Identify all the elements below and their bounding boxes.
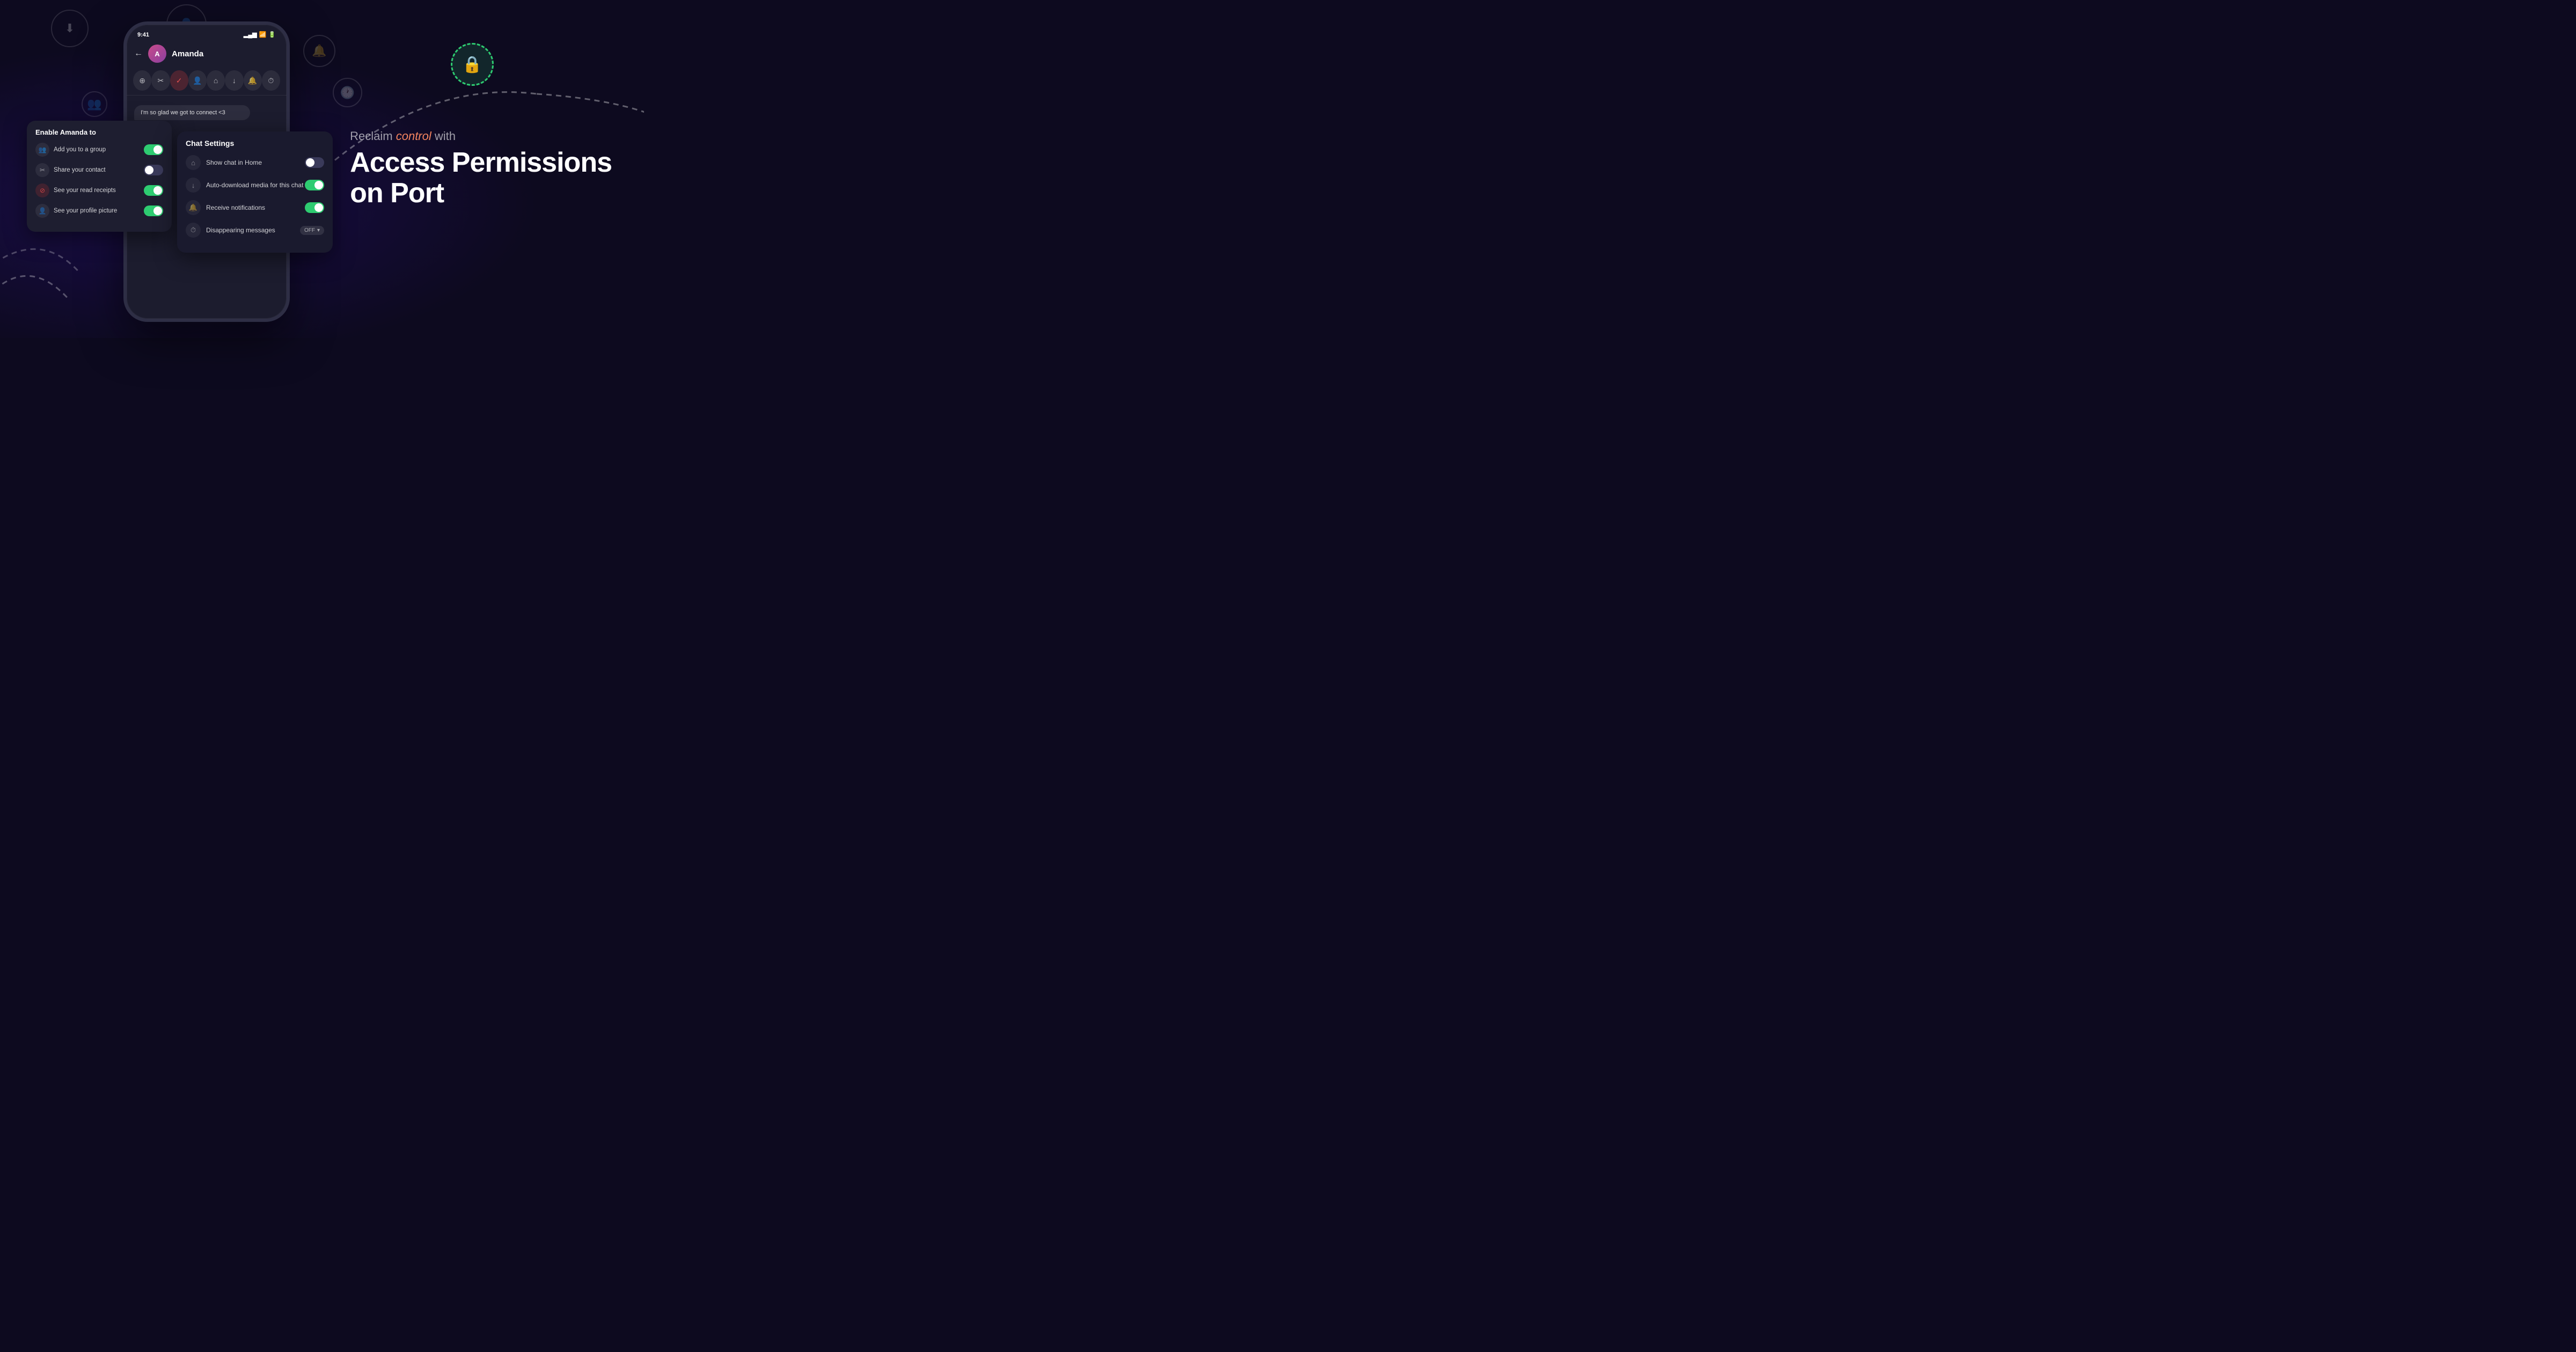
setting-icon-download: ↓: [186, 178, 201, 193]
setting-label-disappear: Disappearing messages: [206, 226, 275, 234]
group-action-btn[interactable]: ⊕: [133, 70, 151, 91]
right-content: Reclaim control with Access Permissions …: [350, 129, 612, 209]
message-bubble: I'm so glad we got to connect <3: [134, 105, 250, 120]
toggle-auto-dl[interactable]: [305, 180, 324, 190]
setting-label-home: Show chat in Home: [206, 159, 262, 166]
time-display: 9:41: [137, 32, 149, 38]
check-action-btn[interactable]: ✓: [170, 70, 188, 91]
bell-action-btn[interactable]: 🔔: [244, 70, 262, 91]
setting-row-disappear: ⏱ Disappearing messages OFF ▾: [186, 223, 324, 238]
download-float-icon: ⬇: [51, 10, 89, 47]
chevron-down-icon: ▾: [317, 227, 320, 233]
setting-label-notifications: Receive notifications: [206, 204, 265, 211]
clock-float-icon: 🕐: [333, 78, 362, 107]
signal-icon: ▂▄▆: [244, 31, 257, 38]
headline-line1: Access Permissions: [350, 147, 612, 178]
battery-icon: 🔋: [268, 31, 276, 38]
profile-action-btn[interactable]: 👤: [188, 70, 207, 91]
perm-label-add-group: Add you to a group: [54, 146, 106, 153]
status-bar: 9:41 ▂▄▆ 📶 🔋: [127, 25, 287, 41]
back-button[interactable]: ←: [134, 49, 143, 58]
setting-row-auto-dl: ↓ Auto-download media for this chat: [186, 178, 324, 193]
timer-action-btn[interactable]: ⏱: [262, 70, 280, 91]
chat-settings-panel: Chat Settings ⌂ Show chat in Home ↓ Auto…: [177, 131, 333, 253]
perm-row-share-contact: ✂ Share your contact: [35, 163, 163, 177]
home-action-btn[interactable]: ⌂: [207, 70, 225, 91]
setting-row-show-home: ⌂ Show chat in Home: [186, 155, 324, 170]
dl-action-btn[interactable]: ↓: [225, 70, 243, 91]
perm-row-read-receipts: ⊘ See your read receipts: [35, 183, 163, 197]
permission-panel: Enable Amanda to 👥 Add you to a group ✂ …: [27, 121, 172, 232]
headline: Access Permissions on Port: [350, 148, 612, 209]
group-float-icon: 👥: [82, 91, 107, 117]
lock-circle: 🔒: [451, 43, 494, 86]
toggle-show-home[interactable]: [305, 157, 324, 168]
perm-row-add-group: 👥 Add you to a group: [35, 143, 163, 157]
setting-icon-home: ⌂: [186, 155, 201, 170]
tagline-prefix: Reclaim: [350, 129, 396, 143]
toggle-read-receipts[interactable]: [144, 185, 163, 196]
perm-icon-read-receipts: ⊘: [35, 183, 49, 197]
perm-icon-profile-pic: 👤: [35, 204, 49, 218]
tagline-accent: control: [396, 129, 431, 143]
tagline: Reclaim control with: [350, 129, 612, 143]
perm-icon-add-group: 👥: [35, 143, 49, 157]
toggle-share-contact[interactable]: [144, 165, 163, 175]
avatar: A: [148, 45, 166, 63]
setting-icon-timer: ⏱: [186, 223, 201, 238]
setting-label-download: Auto-download media for this chat: [206, 181, 303, 189]
toggle-add-group[interactable]: [144, 144, 163, 155]
action-icon-row: ⊕ ✂ ✓ 👤 ⌂ ↓ 🔔 ⏱: [127, 68, 287, 95]
lock-icon: 🔒: [462, 55, 482, 74]
headline-line2: on Port: [350, 178, 444, 209]
toggle-profile-pic[interactable]: [144, 205, 163, 216]
settings-panel-title: Chat Settings: [186, 139, 324, 148]
perm-label-profile-pic: See your profile picture: [54, 208, 117, 214]
tagline-suffix: with: [431, 129, 456, 143]
perm-label-share-contact: Share your contact: [54, 167, 106, 173]
bell-float-icon: 🔔: [303, 35, 335, 67]
permission-panel-title: Enable Amanda to: [35, 128, 163, 136]
scissors-action-btn[interactable]: ✂: [151, 70, 170, 91]
chat-header: ← A Amanda: [127, 41, 287, 68]
wifi-icon: 📶: [259, 31, 267, 38]
perm-label-read-receipts: See your read receipts: [54, 187, 116, 194]
perm-row-profile-pic: 👤 See your profile picture: [35, 204, 163, 218]
toggle-notifications[interactable]: [305, 202, 324, 213]
perm-icon-share-contact: ✂: [35, 163, 49, 177]
setting-icon-bell: 🔔: [186, 200, 201, 215]
disappear-off-badge[interactable]: OFF ▾: [300, 226, 324, 235]
setting-row-notifications: 🔔 Receive notifications: [186, 200, 324, 215]
contact-name: Amanda: [172, 49, 203, 58]
